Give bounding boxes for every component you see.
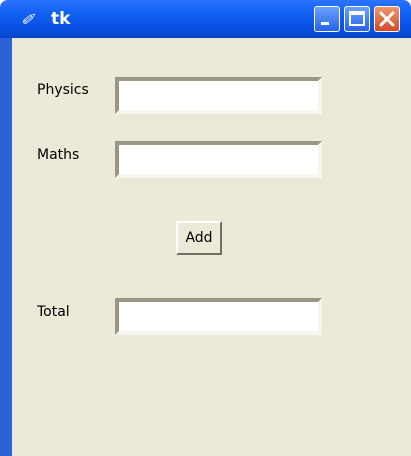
close-button[interactable] (374, 6, 400, 32)
minimize-icon (321, 22, 329, 25)
add-button[interactable]: Add (176, 221, 222, 255)
maths-label: Maths (37, 147, 80, 163)
maths-input[interactable] (115, 141, 322, 178)
title-bar[interactable]: ✐ tk (0, 0, 411, 38)
window-title: tk (51, 9, 71, 29)
close-icon (379, 11, 395, 27)
maximize-icon (349, 11, 365, 26)
physics-label: Physics (37, 82, 89, 98)
client-area: Physics Maths Add Total (12, 38, 411, 456)
app-window: ✐ tk Physics Maths Add Total (0, 0, 411, 456)
total-label: Total (37, 304, 70, 320)
physics-input[interactable] (115, 77, 322, 114)
maximize-button[interactable] (344, 6, 370, 32)
minimize-button[interactable] (314, 6, 340, 32)
feather-icon: ✐ (19, 10, 39, 29)
total-output[interactable] (115, 298, 322, 335)
